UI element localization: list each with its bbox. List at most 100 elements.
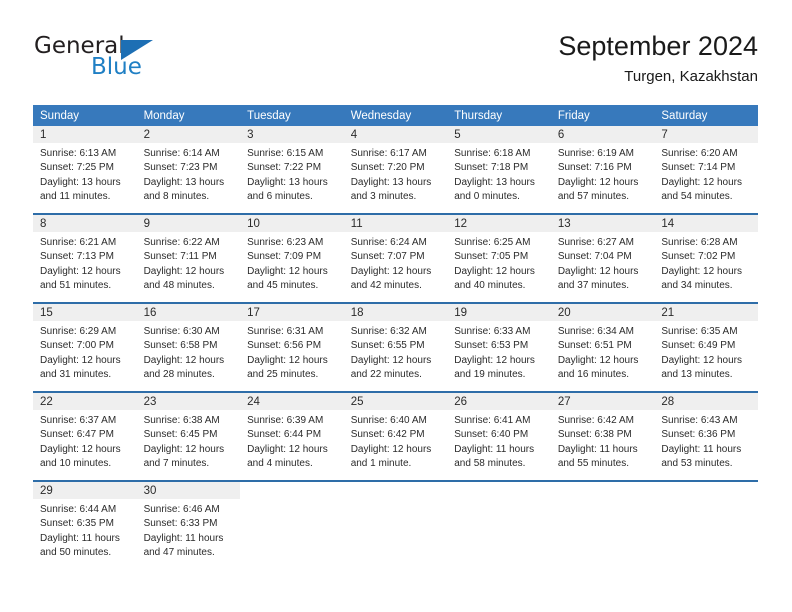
sunset-time: Sunset: 7:07 PM xyxy=(350,251,425,263)
calendar-day-cell[interactable]: 27 Sunrise: 6:42 AM Sunset: 6:38 PM Dayligh… xyxy=(550,391,655,481)
calendar-day-cell[interactable]: 19 Sunrise: 6:33 AM Sunset: 6:53 PM Dayligh… xyxy=(447,302,551,392)
sunrise-time: Sunrise: 6:27 AM xyxy=(557,237,634,248)
day-number: 8 xyxy=(33,215,137,232)
day-details: Sunrise: 6:37 AM Sunset: 6:47 PM Daylight:… xyxy=(33,410,137,472)
daylight-duration-line2: and 16 minutes. xyxy=(557,369,629,381)
calendar-day-cell[interactable]: 15 Sunrise: 6:29 AM Sunset: 7:00 PM Dayligh… xyxy=(33,302,137,392)
day-number: 20 xyxy=(550,304,655,321)
calendar-day-cell[interactable]: 18 Sunrise: 6:32 AM Sunset: 6:55 PM Dayligh… xyxy=(343,302,448,392)
calendar-day-cell[interactable]: 17 Sunrise: 6:31 AM Sunset: 6:56 PM Dayligh… xyxy=(240,302,344,392)
calendar-day-cell[interactable]: 3 Sunrise: 6:15 AM Sunset: 7:22 PM Daylight… xyxy=(240,126,344,214)
calendar-day-cell[interactable]: 20 Sunrise: 6:34 AM Sunset: 6:51 PM Dayligh… xyxy=(550,302,655,392)
daylight-duration-line2: and 50 minutes. xyxy=(40,547,112,559)
daylight-duration-line2: and 0 minutes. xyxy=(454,191,520,203)
daylight-duration-line1: Daylight: 12 hours xyxy=(350,354,432,366)
daylight-duration-line1: Daylight: 11 hours xyxy=(557,443,638,455)
calendar-empty-cell xyxy=(343,480,448,569)
daylight-duration-line2: and 37 minutes. xyxy=(557,280,629,292)
sunset-time: Sunset: 6:47 PM xyxy=(40,429,114,441)
day-number: 9 xyxy=(136,215,241,232)
calendar-day-cell[interactable]: 26 Sunrise: 6:41 AM Sunset: 6:40 PM Dayligh… xyxy=(447,391,551,481)
sunrise-time: Sunrise: 6:20 AM xyxy=(661,148,738,159)
calendar-week-row: 29 Sunrise: 6:44 AM Sunset: 6:35 PM Dayligh… xyxy=(33,480,758,569)
daylight-duration-line2: and 53 minutes. xyxy=(661,458,733,470)
daylight-duration-line2: and 45 minutes. xyxy=(247,280,319,292)
day-number: 23 xyxy=(136,393,241,410)
calendar-day-cell[interactable]: 22 Sunrise: 6:37 AM Sunset: 6:47 PM Dayligh… xyxy=(33,391,137,481)
daylight-duration-line2: and 7 minutes. xyxy=(143,458,210,470)
daylight-duration-line2: and 54 minutes. xyxy=(661,191,733,203)
calendar-day-cell[interactable]: 5 Sunrise: 6:18 AM Sunset: 7:18 PM Daylight… xyxy=(447,126,551,214)
day-number: 28 xyxy=(654,393,758,410)
calendar-day-cell[interactable]: 23 Sunrise: 6:38 AM Sunset: 6:45 PM Dayligh… xyxy=(136,391,241,481)
sunset-time: Sunset: 6:38 PM xyxy=(557,429,632,441)
sunset-time: Sunset: 6:40 PM xyxy=(454,429,529,441)
calendar-day-cell[interactable]: 11 Sunrise: 6:24 AM Sunset: 7:07 PM Dayligh… xyxy=(343,213,448,303)
calendar-day-cell[interactable]: 16 Sunrise: 6:30 AM Sunset: 6:58 PM Dayligh… xyxy=(136,302,241,392)
calendar-day-cell[interactable]: 30 Sunrise: 6:46 AM Sunset: 6:33 PM Dayligh… xyxy=(136,480,241,569)
calendar-day-cell[interactable]: 10 Sunrise: 6:23 AM Sunset: 7:09 PM Dayligh… xyxy=(240,213,344,303)
calendar-day-cell[interactable]: 13 Sunrise: 6:27 AM Sunset: 7:04 PM Dayligh… xyxy=(550,213,655,303)
sunrise-time: Sunrise: 6:32 AM xyxy=(350,326,427,337)
sunset-time: Sunset: 7:00 PM xyxy=(40,340,114,352)
calendar-day-cell[interactable]: 4 Sunrise: 6:17 AM Sunset: 7:20 PM Daylight… xyxy=(343,126,448,214)
day-number: 13 xyxy=(550,215,655,232)
day-number: 27 xyxy=(550,393,655,410)
calendar-day-cell[interactable]: 8 Sunrise: 6:21 AM Sunset: 7:13 PM Daylight… xyxy=(33,213,137,303)
weekday-header-saturday: Saturday xyxy=(654,105,758,126)
calendar-day-cell[interactable]: 9 Sunrise: 6:22 AM Sunset: 7:11 PM Daylight… xyxy=(136,213,241,303)
day-number: 10 xyxy=(240,215,344,232)
calendar-day-cell[interactable]: 7 Sunrise: 6:20 AM Sunset: 7:14 PM Daylight… xyxy=(654,126,758,214)
day-details: Sunrise: 6:25 AM Sunset: 7:05 PM Daylight:… xyxy=(447,232,551,294)
day-number: 2 xyxy=(136,126,241,143)
calendar-day-cell[interactable]: 6 Sunrise: 6:19 AM Sunset: 7:16 PM Daylight… xyxy=(550,126,655,214)
calendar-day-cell[interactable]: 25 Sunrise: 6:40 AM Sunset: 6:42 PM Dayligh… xyxy=(343,391,448,481)
weekday-header-thursday: Thursday xyxy=(447,105,551,126)
day-details: Sunrise: 6:32 AM Sunset: 6:55 PM Daylight:… xyxy=(344,321,448,383)
day-number: 21 xyxy=(654,304,758,321)
weekday-header-friday: Friday xyxy=(550,105,655,126)
daylight-duration-line1: Daylight: 11 hours xyxy=(454,443,535,455)
daylight-duration-line2: and 1 minute. xyxy=(350,458,412,470)
sunrise-time: Sunrise: 6:35 AM xyxy=(661,326,738,337)
calendar-day-cell[interactable]: 21 Sunrise: 6:35 AM Sunset: 6:49 PM Dayligh… xyxy=(654,302,758,392)
daylight-duration-line2: and 13 minutes. xyxy=(661,369,733,381)
calendar-day-cell[interactable]: 28 Sunrise: 6:43 AM Sunset: 6:36 PM Dayligh… xyxy=(654,391,758,481)
daylight-duration-line1: Daylight: 11 hours xyxy=(143,532,224,544)
daylight-duration-line1: Daylight: 12 hours xyxy=(661,176,742,188)
sunset-time: Sunset: 7:13 PM xyxy=(40,251,114,263)
sunset-time: Sunset: 7:20 PM xyxy=(350,162,425,174)
daylight-duration-line1: Daylight: 13 hours xyxy=(40,176,121,188)
daylight-duration-line1: Daylight: 12 hours xyxy=(661,354,742,366)
daylight-duration-line1: Daylight: 12 hours xyxy=(557,354,639,366)
daylight-duration-line1: Daylight: 12 hours xyxy=(40,265,121,277)
calendar-day-cell[interactable]: 24 Sunrise: 6:39 AM Sunset: 6:44 PM Dayligh… xyxy=(240,391,344,481)
calendar-day-cell[interactable]: 12 Sunrise: 6:25 AM Sunset: 7:05 PM Dayligh… xyxy=(447,213,551,303)
day-details: Sunrise: 6:33 AM Sunset: 6:53 PM Daylight:… xyxy=(447,321,551,383)
page-title: September 2024 xyxy=(558,31,758,61)
day-details: Sunrise: 6:42 AM Sunset: 6:38 PM Daylight:… xyxy=(551,410,655,472)
daylight-duration-line2: and 8 minutes. xyxy=(143,191,210,203)
sunset-time: Sunset: 6:42 PM xyxy=(350,429,425,441)
sunset-time: Sunset: 6:56 PM xyxy=(247,340,322,352)
brand-logo[interactable]: General Blue xyxy=(34,33,234,85)
calendar-empty-cell xyxy=(447,480,551,569)
daylight-duration-line1: Daylight: 12 hours xyxy=(557,176,639,188)
sunrise-time: Sunrise: 6:13 AM xyxy=(40,148,117,159)
calendar-day-cell[interactable]: 2 Sunrise: 6:14 AM Sunset: 7:23 PM Daylight… xyxy=(136,126,241,214)
daylight-duration-line1: Daylight: 13 hours xyxy=(454,176,535,188)
sunset-time: Sunset: 7:05 PM xyxy=(454,251,529,263)
calendar-day-cell[interactable]: 29 Sunrise: 6:44 AM Sunset: 6:35 PM Dayligh… xyxy=(33,480,137,569)
sunset-time: Sunset: 7:11 PM xyxy=(143,251,217,263)
day-number: 18 xyxy=(343,304,448,321)
daylight-duration-line1: Daylight: 13 hours xyxy=(350,176,432,188)
sunrise-time: Sunrise: 6:40 AM xyxy=(350,415,427,426)
sunrise-time: Sunrise: 6:28 AM xyxy=(661,237,738,248)
daylight-duration-line1: Daylight: 12 hours xyxy=(143,265,225,277)
day-details: Sunrise: 6:14 AM Sunset: 7:23 PM Daylight:… xyxy=(137,143,241,205)
calendar-day-cell[interactable]: 1 Sunrise: 6:13 AM Sunset: 7:25 PM Daylight… xyxy=(33,126,137,214)
sunrise-time: Sunrise: 6:15 AM xyxy=(247,148,324,159)
day-number: 14 xyxy=(654,215,758,232)
calendar-day-cell[interactable]: 14 Sunrise: 6:28 AM Sunset: 7:02 PM Dayligh… xyxy=(654,213,758,303)
day-number: 15 xyxy=(33,304,137,321)
